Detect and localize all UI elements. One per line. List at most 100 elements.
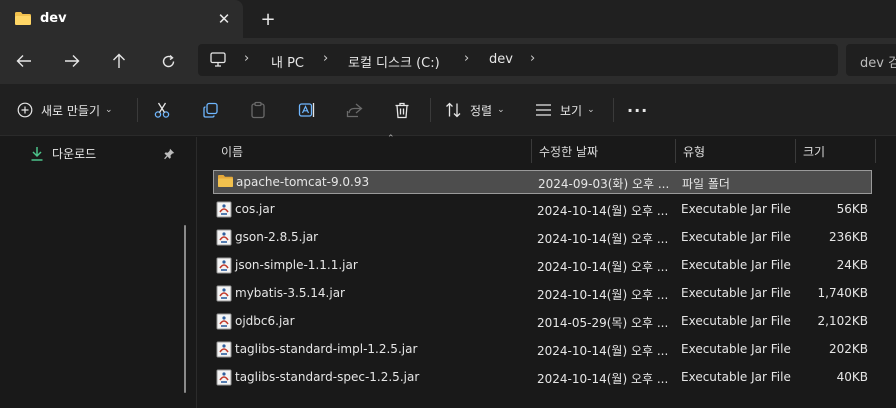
file-row[interactable]: ojdbc6.jar 2014-05-29(목) 오후 ... Executab… — [213, 310, 872, 334]
navigation-pane: 다운로드 — [0, 137, 197, 408]
folder-icon — [217, 174, 234, 191]
file-list: ⌃ 이름 수정한 날짜 유형 크기 apache-tomcat-9.0.93 2… — [198, 134, 896, 408]
divider — [137, 98, 138, 122]
rename-button[interactable] — [298, 98, 316, 122]
file-size: 40KB — [836, 370, 868, 384]
breadcrumb-dev[interactable]: dev — [489, 52, 513, 67]
plus-circle-icon — [17, 102, 33, 118]
jar-file-icon — [216, 341, 232, 361]
jar-file-icon — [216, 313, 232, 333]
file-date: 2014-05-29(목) 오후 ... — [537, 316, 669, 330]
sort-up-icon: ⌃ — [387, 134, 395, 144]
refresh-button[interactable] — [157, 50, 179, 72]
search-input[interactable]: dev 검색 — [846, 44, 896, 76]
breadcrumb-separator: › — [323, 51, 329, 66]
forward-button[interactable] — [61, 50, 83, 72]
file-name: taglibs-standard-spec-1.2.5.jar — [235, 370, 420, 384]
column-header-type[interactable]: 유형 — [675, 137, 795, 164]
more-options-button[interactable]: ··· — [627, 98, 648, 122]
file-name: taglibs-standard-impl-1.2.5.jar — [235, 342, 418, 356]
file-row[interactable]: taglibs-standard-spec-1.2.5.jar 2024-10-… — [213, 366, 872, 390]
sort-icon — [446, 102, 461, 118]
delete-button[interactable] — [394, 98, 410, 122]
file-size: 2,102KB — [817, 314, 868, 328]
file-row[interactable]: apache-tomcat-9.0.93 2024-09-03(화) 오후 ..… — [213, 170, 872, 194]
jar-file-icon — [216, 201, 232, 221]
file-type: Executable Jar File — [681, 258, 791, 272]
view-button[interactable]: 보기 ⌄ — [535, 98, 595, 122]
file-date: 2024-10-14(월) 오후 ... — [537, 344, 669, 358]
file-row[interactable]: taglibs-standard-impl-1.2.5.jar 2024-10-… — [213, 338, 872, 362]
breadcrumb-separator: › — [530, 51, 536, 66]
tab-title: dev — [40, 11, 67, 26]
file-row[interactable]: gson-2.8.5.jar 2024-10-14(월) 오후 ... Exec… — [213, 226, 872, 250]
command-bar: 새로 만들기 ⌄ 정렬 ⌄ 보기 ⌄ ··· — [0, 84, 896, 136]
new-tab-button[interactable]: + — [257, 8, 279, 30]
breadcrumb-separator: › — [244, 51, 250, 66]
trash-icon — [395, 102, 409, 118]
column-header-size[interactable]: 크기 — [795, 137, 875, 164]
chevron-down-icon: ⌄ — [587, 105, 595, 115]
file-size: 202KB — [828, 342, 868, 356]
jar-file-icon — [216, 257, 232, 277]
address-row: › 내 PC › 로컬 디스크 (C:) › dev › dev 검색 — [0, 38, 896, 84]
nav-item-label: 다운로드 — [52, 147, 97, 161]
file-row[interactable]: cos.jar 2024-10-14(월) 오후 ... Executable … — [213, 198, 872, 222]
file-date: 2024-10-14(월) 오후 ... — [537, 204, 669, 218]
back-button[interactable] — [13, 50, 35, 72]
file-type: Executable Jar File — [681, 314, 791, 328]
file-date: 2024-10-14(월) 오후 ... — [537, 260, 669, 274]
nav-item-downloads[interactable]: 다운로드 — [30, 145, 96, 162]
arrow-left-icon — [16, 55, 31, 67]
file-row[interactable]: mybatis-3.5.14.jar 2024-10-14(월) 오후 ... … — [213, 282, 872, 306]
column-header-date[interactable]: 수정한 날짜 — [531, 137, 675, 164]
rename-icon — [298, 103, 315, 117]
paste-button — [250, 98, 266, 122]
file-size: 236KB — [828, 230, 868, 244]
file-date: 2024-10-14(월) 오후 ... — [537, 372, 669, 386]
chevron-down-icon: ⌄ — [105, 105, 113, 115]
file-size: 1,740KB — [817, 286, 868, 300]
file-type: Executable Jar File — [681, 370, 791, 384]
new-button-label: 새로 만들기 — [41, 103, 101, 118]
nav-scrollbar[interactable] — [184, 225, 186, 393]
file-type: 파일 폴더 — [682, 177, 730, 191]
copy-icon — [203, 102, 218, 118]
sort-button[interactable]: 정렬 ⌄ — [445, 98, 505, 122]
share-icon — [346, 103, 363, 118]
file-size: 56KB — [836, 202, 868, 216]
share-button — [346, 98, 363, 122]
column-header-label: 이름 — [221, 145, 244, 159]
cut-button[interactable] — [153, 98, 171, 122]
close-tab-button[interactable]: ✕ — [214, 9, 234, 29]
file-type: Executable Jar File — [681, 230, 791, 244]
list-view-icon — [536, 104, 551, 116]
file-name: ojdbc6.jar — [235, 314, 295, 328]
file-date: 2024-10-14(월) 오후 ... — [537, 288, 669, 302]
new-button[interactable]: 새로 만들기 ⌄ — [17, 98, 113, 122]
breadcrumb-separator: › — [464, 51, 470, 66]
clipboard-icon — [251, 101, 265, 119]
scissors-icon — [154, 102, 170, 118]
column-header-name[interactable]: ⌃ 이름 — [213, 134, 531, 164]
sort-button-label: 정렬 — [470, 103, 493, 118]
column-header-label: 크기 — [803, 145, 826, 159]
tab-dev[interactable]: dev ✕ — [0, 0, 243, 38]
copy-button[interactable] — [202, 98, 219, 122]
column-divider[interactable] — [875, 139, 876, 163]
computer-icon — [210, 52, 226, 70]
file-size: 24KB — [836, 258, 868, 272]
arrow-up-icon — [113, 53, 125, 68]
breadcrumb-local-disk[interactable]: 로컬 디스크 (C:) — [348, 52, 440, 71]
breadcrumb-this-pc[interactable]: 내 PC — [271, 52, 304, 71]
pin-icon[interactable] — [164, 148, 175, 163]
up-button[interactable] — [108, 50, 130, 72]
file-type: Executable Jar File — [681, 342, 791, 356]
jar-file-icon — [216, 369, 232, 389]
file-row[interactable]: json-simple-1.1.1.jar 2024-10-14(월) 오후 .… — [213, 254, 872, 278]
column-header-label: 수정한 날짜 — [539, 145, 599, 159]
file-type: Executable Jar File — [681, 286, 791, 300]
refresh-icon — [162, 54, 174, 67]
folder-icon — [14, 11, 32, 29]
address-bar[interactable]: › 내 PC › 로컬 디스크 (C:) › dev › — [198, 44, 838, 76]
